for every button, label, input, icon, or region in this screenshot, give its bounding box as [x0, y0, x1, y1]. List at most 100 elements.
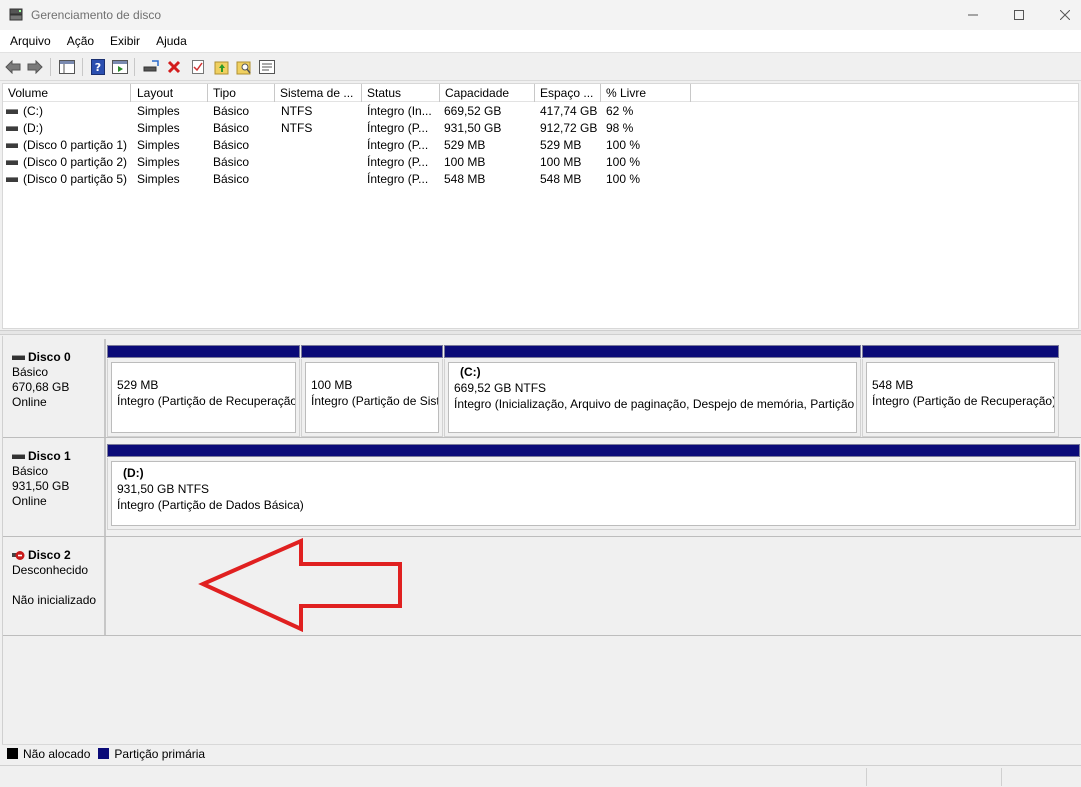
open-folder-button[interactable]	[213, 58, 231, 76]
cell-sistema: NTFS	[281, 104, 313, 118]
cell-livre: 98 %	[606, 121, 634, 135]
partition-block[interactable]: (C:) 669,52 GB NTFS Íntegro (Inicializaç…	[444, 345, 861, 437]
legend: Não alocado Partição primária	[2, 744, 1081, 762]
disk-error-icon	[12, 551, 25, 560]
volume-row[interactable]: (Disco 0 partição 2) Simples Básico Ínte…	[3, 154, 1078, 171]
cell-volume: (D:)	[23, 121, 43, 135]
cell-volume: (Disco 0 partição 5)	[23, 172, 128, 186]
partition-title: (C:)	[460, 365, 481, 379]
find-button[interactable]	[235, 58, 253, 76]
minimize-button[interactable]	[950, 0, 996, 30]
cell-layout: Simples	[137, 104, 180, 118]
minimize-icon	[968, 14, 978, 16]
disk-state: Online	[12, 494, 47, 508]
column-espaco-livre[interactable]: Espaço ...	[535, 84, 601, 102]
partition-block[interactable]: 548 MB Íntegro (Partição de Recuperação)	[862, 345, 1059, 437]
disk-type: Básico	[12, 464, 49, 478]
pane-splitter[interactable]	[0, 330, 1081, 335]
partition-title: (D:)	[123, 466, 144, 480]
cell-espaco: 529 MB	[540, 138, 582, 152]
menu-ajuda[interactable]: Ajuda	[148, 30, 195, 52]
show-hide-action-pane-button[interactable]	[111, 58, 129, 76]
volume-icon	[6, 126, 18, 131]
volume-icon	[6, 143, 18, 148]
delete-button[interactable]	[165, 58, 183, 76]
primary-partition-bar	[107, 345, 300, 358]
partition-block[interactable]: 529 MB Íntegro (Partição de Recuperação)	[107, 345, 300, 437]
status-bar	[0, 765, 1081, 787]
svg-text:?: ?	[95, 61, 101, 74]
cell-status: Íntegro (P...	[367, 172, 429, 186]
cell-sistema: NTFS	[281, 121, 313, 135]
back-button[interactable]	[4, 58, 22, 76]
legend-swatch-unallocated	[7, 748, 18, 759]
volume-row[interactable]: (Disco 0 partição 1) Simples Básico Ínte…	[3, 137, 1078, 154]
title-bar: Gerenciamento de disco	[0, 0, 1081, 30]
help-icon: ?	[91, 59, 105, 75]
cell-livre: 100 %	[606, 155, 641, 169]
close-icon	[1060, 10, 1070, 20]
menu-exibir[interactable]: Exibir	[102, 30, 148, 52]
column-volume[interactable]: Volume	[3, 84, 131, 102]
console-tree-icon	[59, 60, 75, 74]
maximize-button[interactable]	[996, 0, 1042, 30]
cell-tipo: Básico	[213, 121, 250, 135]
disk-label-2[interactable]: Disco 2 Desconhecido Não inicializado	[3, 537, 106, 635]
disk-label-1[interactable]: Disco 1 Básico 931,50 GB Online	[3, 438, 106, 536]
cell-capacidade: 931,50 GB	[444, 121, 502, 135]
volume-row[interactable]: (C:) Simples Básico NTFS Íntegro (In... …	[3, 103, 1078, 120]
properties-button[interactable]	[189, 58, 207, 76]
cell-status: Íntegro (P...	[367, 155, 429, 169]
show-hide-console-tree-button[interactable]	[58, 58, 76, 76]
disk-label-0[interactable]: Disco 0 Básico 670,68 GB Online	[3, 339, 106, 437]
cell-capacidade: 100 MB	[444, 155, 486, 169]
menu-bar: Arquivo Ação Exibir Ajuda	[0, 30, 1081, 52]
close-button[interactable]	[1042, 0, 1081, 30]
volume-list[interactable]: Volume Layout Tipo Sistema de ... Status…	[2, 83, 1079, 329]
connect-disk-button[interactable]	[142, 58, 160, 76]
column-sistema-arquivos[interactable]: Sistema de ...	[275, 84, 362, 102]
disk-graphical-view: Disco 0 Básico 670,68 GB Online 529 MB Í…	[2, 336, 1081, 744]
primary-partition-bar	[301, 345, 443, 358]
disk-size: 670,68 GB	[12, 380, 70, 394]
column-layout[interactable]: Layout	[132, 84, 208, 102]
forward-button[interactable]	[26, 58, 44, 76]
cell-capacidade: 669,52 GB	[444, 104, 502, 118]
menu-acao[interactable]: Ação	[59, 30, 102, 52]
partition-status: Íntegro (Partição de Recuperação)	[872, 394, 1055, 408]
partition-size: 548 MB	[872, 378, 914, 392]
help-button[interactable]: ?	[89, 58, 107, 76]
partition-block[interactable]: 100 MB Íntegro (Partição de Sistema EFI)	[301, 345, 443, 437]
partition-size: 669,52 GB NTFS	[454, 381, 547, 395]
view-settings-button[interactable]	[258, 58, 276, 76]
disk-name: Disco 2	[28, 548, 71, 562]
folder-up-icon	[214, 61, 229, 75]
forward-arrow-icon	[27, 60, 43, 74]
partition-status: Íntegro (Partição de Recuperação)	[117, 394, 296, 408]
volume-row[interactable]: (D:) Simples Básico NTFS Íntegro (P... 9…	[3, 120, 1078, 137]
column-tipo[interactable]: Tipo	[208, 84, 275, 102]
properties-check-icon	[192, 60, 204, 74]
disk-type: Desconhecido	[12, 563, 89, 577]
settings-list-icon	[259, 60, 275, 74]
cell-tipo: Básico	[213, 138, 250, 152]
disk-row-2: Disco 2 Desconhecido Não inicializado	[3, 537, 1081, 636]
partition-block[interactable]: (D:) 931,50 GB NTFS Íntegro (Partição de…	[107, 444, 1080, 530]
cell-espaco: 548 MB	[540, 172, 582, 186]
column-capacidade[interactable]: Capacidade	[440, 84, 535, 102]
cell-livre: 100 %	[606, 138, 641, 152]
red-arrow-annotation-icon	[198, 538, 402, 632]
partition-size: 529 MB	[117, 378, 159, 392]
column-status[interactable]: Status	[362, 84, 440, 102]
partition-status: Íntegro (Partição de Sistema EFI)	[311, 394, 438, 408]
disk-row-0: Disco 0 Básico 670,68 GB Online 529 MB Í…	[3, 339, 1081, 438]
back-arrow-icon	[5, 60, 21, 74]
cell-volume: (Disco 0 partição 1)	[23, 138, 128, 152]
legend-label: Partição primária	[114, 746, 206, 761]
partition-size: 100 MB	[311, 378, 353, 392]
menu-arquivo[interactable]: Arquivo	[2, 30, 59, 52]
column-percent-livre[interactable]: % Livre	[601, 84, 691, 102]
volume-row[interactable]: (Disco 0 partição 5) Simples Básico Ínte…	[3, 171, 1078, 188]
disk-row-1: Disco 1 Básico 931,50 GB Online (D:) 931…	[3, 438, 1081, 537]
cell-espaco: 100 MB	[540, 155, 582, 169]
